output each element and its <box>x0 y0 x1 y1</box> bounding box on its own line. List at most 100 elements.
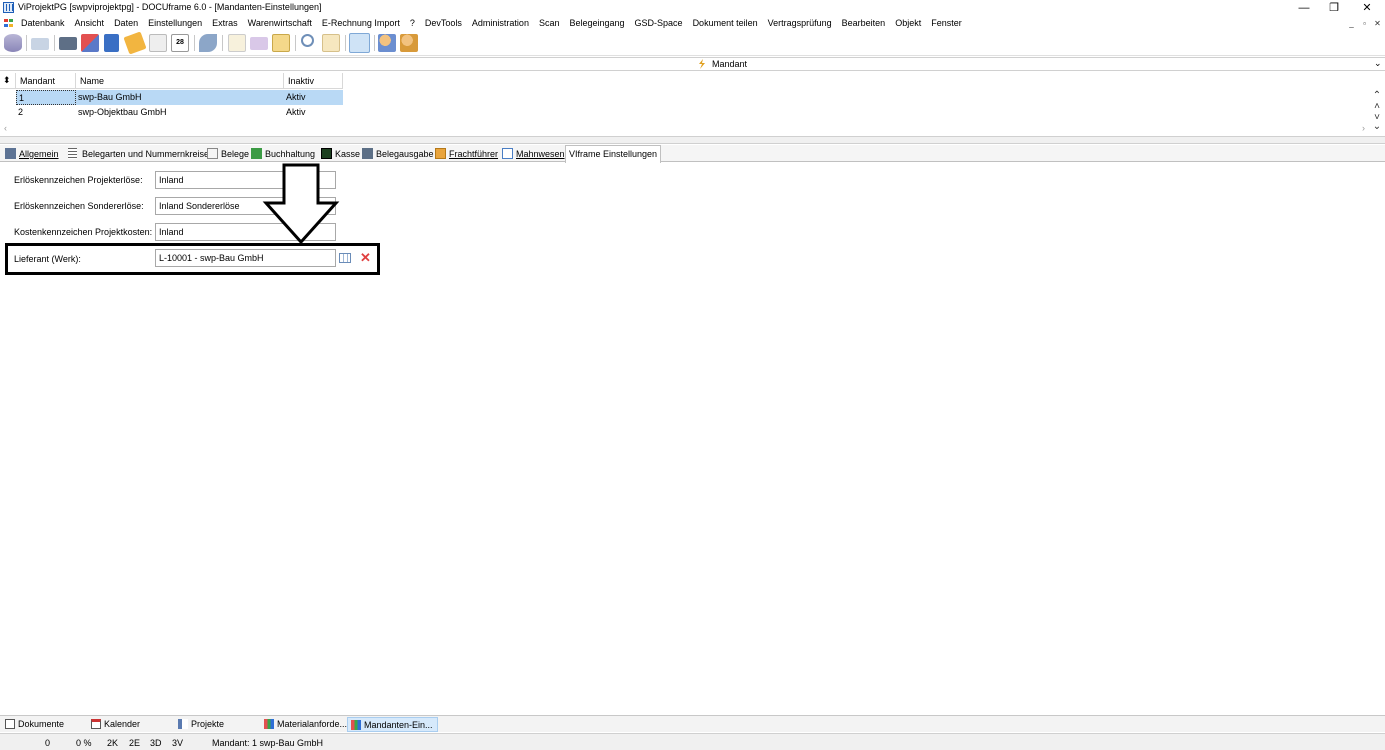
tab-bar: Allgemein Belegarten und Nummernkreise B… <box>0 145 1385 163</box>
taskbar-kalender[interactable]: Kalender <box>88 717 144 732</box>
menu-extras[interactable]: Extras <box>212 18 238 28</box>
mandant-grid: ⬍ Mandant Name Inaktiv 1 swp-Bau GmbH Ak… <box>0 73 1385 136</box>
register-icon <box>321 148 332 159</box>
table-row[interactable]: 2 swp-Objektbau GmbH Aktiv <box>16 105 343 120</box>
scroll-right-icon[interactable]: › <box>1362 123 1365 133</box>
field-label-projekterloese: Erlöskennzeichen Projekterlöse: <box>14 175 143 185</box>
menu-e-rechnung-import[interactable]: E-Rechnung Import <box>322 18 400 28</box>
field-label-projektkosten: Kostenkennzeichen Projektkosten: <box>14 227 153 237</box>
column-header-inaktiv[interactable]: Inaktiv <box>284 73 343 89</box>
tab-viframe-einstellungen[interactable]: VIframe Einstellungen <box>565 145 662 163</box>
grid-icon <box>264 719 274 729</box>
status-k: 2K <box>107 738 119 748</box>
menu-vertragspruefung[interactable]: Vertragsprüfung <box>768 18 832 28</box>
toolbar-separator <box>295 35 296 51</box>
menu-devtools[interactable]: DevTools <box>425 18 462 28</box>
address-icon[interactable] <box>81 34 99 52</box>
mdi-minimize-button[interactable]: _ <box>1345 18 1358 29</box>
menu-datenbank[interactable]: Datenbank <box>21 18 65 28</box>
book-icon[interactable] <box>104 34 119 52</box>
note-icon[interactable] <box>272 34 290 52</box>
table-row[interactable]: 1 swp-Bau GmbH Aktiv <box>16 90 343 105</box>
app-icon <box>3 2 14 13</box>
menu-bearbeiten[interactable]: Bearbeiten <box>842 18 886 28</box>
menu-belegeingang[interactable]: Belegeingang <box>569 18 624 28</box>
menu-einstellungen[interactable]: Einstellungen <box>148 18 202 28</box>
mdi-close-button[interactable]: ✕ <box>1371 18 1384 29</box>
menu-fenster[interactable]: Fenster <box>931 18 962 28</box>
taskbar-label: Kalender <box>104 719 141 729</box>
contact-card-icon[interactable] <box>59 37 77 50</box>
output-icon <box>362 148 373 159</box>
status-mandant: Mandant: 1 swp-Bau GmbH <box>212 738 324 748</box>
taskbar-materialanforderung[interactable]: Materialanforde... <box>261 717 351 732</box>
copy-icon[interactable] <box>149 34 167 52</box>
user-icon[interactable] <box>378 34 396 52</box>
mandant-selector[interactable]: Mandant ⌄ <box>0 57 1385 71</box>
column-header-mandant[interactable]: Mandant <box>16 73 76 89</box>
title-bar: ViProjektPG [swpviprojektpg] - DOCUframe… <box>0 0 1385 16</box>
scroll-top-icon[interactable]: ⌃ <box>1370 90 1384 101</box>
lookup-table-icon[interactable] <box>339 253 351 263</box>
calendar-icon[interactable]: 28 <box>171 34 189 52</box>
taskbar-mandanten-einstellungen[interactable]: Mandanten-Ein... <box>347 717 438 732</box>
maximize-button[interactable]: ❐ <box>1319 0 1349 16</box>
calendar-icon <box>91 719 101 729</box>
tab-belegausgabe[interactable]: Belegausgabe <box>360 146 437 162</box>
scroll-up-icon[interactable]: ˄ <box>1370 101 1384 112</box>
database-icon[interactable] <box>4 34 22 52</box>
tab-kasse[interactable]: Kasse <box>319 146 363 162</box>
tab-belege[interactable]: Belege <box>205 146 252 162</box>
tab-allgemein[interactable]: Allgemein <box>3 146 62 162</box>
calendar-icon <box>502 148 513 159</box>
mdi-restore-button[interactable]: ▫ <box>1358 18 1371 29</box>
clear-icon[interactable]: ✕ <box>360 250 371 266</box>
toolbar-separator <box>194 35 195 51</box>
toolbar-separator <box>345 35 346 51</box>
chevron-down-icon[interactable]: ⌄ <box>1374 58 1382 69</box>
menu-gsd-space[interactable]: GSD-Space <box>635 18 683 28</box>
mail-icon[interactable] <box>250 37 268 50</box>
document-icon <box>207 148 218 159</box>
status-d: 3D <box>150 738 162 748</box>
menu-ansicht[interactable]: Ansicht <box>75 18 105 28</box>
menu-daten[interactable]: Daten <box>114 18 138 28</box>
tab-mahnwesen[interactable]: Mahnwesen <box>500 146 568 162</box>
folder-icon[interactable] <box>322 34 340 52</box>
menu-items: Datenbank Ansicht Daten Einstellungen Ex… <box>21 18 972 28</box>
taskbar-dokumente[interactable]: Dokumente <box>2 717 68 732</box>
column-header-name[interactable]: Name <box>76 73 284 89</box>
menu-objekt[interactable]: Objekt <box>895 18 921 28</box>
scroll-left-icon[interactable]: ‹ <box>4 123 7 133</box>
minimize-button[interactable]: — <box>1289 0 1319 16</box>
tab-label: Kasse <box>335 149 361 159</box>
lightning-icon <box>697 59 707 69</box>
print-icon[interactable] <box>31 38 49 50</box>
search-icon[interactable] <box>301 34 314 47</box>
splitter[interactable] <box>0 136 1385 144</box>
menu-bar: Datenbank Ansicht Daten Einstellungen Ex… <box>0 16 1385 31</box>
scroll-bottom-icon[interactable]: ⌄ <box>1370 121 1384 132</box>
tab-belegarten[interactable]: Belegarten und Nummernkreise <box>66 146 212 162</box>
menu-dokument-teilen[interactable]: Dokument teilen <box>693 18 758 28</box>
status-count: 0 <box>45 738 51 748</box>
menu-warenwirtschaft[interactable]: Warenwirtschaft <box>248 18 312 28</box>
tab-buchhaltung[interactable]: Buchhaltung <box>249 146 318 162</box>
menu-administration[interactable]: Administration <box>472 18 529 28</box>
menu-help[interactable]: ? <box>410 18 415 28</box>
sort-icon[interactable]: ⬍ <box>0 73 16 89</box>
tag-icon[interactable] <box>123 31 147 55</box>
lieferant-input[interactable]: L-10001 - swp-Bau GmbH <box>155 249 336 267</box>
user-group-icon[interactable] <box>400 34 418 52</box>
status-percent: 0 % <box>76 738 92 748</box>
close-button[interactable]: ✕ <box>1352 0 1382 16</box>
tab-label: Allgemein <box>19 149 59 159</box>
new-document-icon[interactable] <box>228 34 246 52</box>
tab-frachtfuehrer[interactable]: Frachtführer <box>433 146 501 162</box>
status-e: 2E <box>129 738 141 748</box>
menu-scan[interactable]: Scan <box>539 18 560 28</box>
tab-label: Mahnwesen <box>516 149 565 159</box>
layout-icon[interactable] <box>349 33 370 53</box>
phone-icon[interactable] <box>199 34 217 52</box>
taskbar-projekte[interactable]: Projekte <box>175 717 228 732</box>
